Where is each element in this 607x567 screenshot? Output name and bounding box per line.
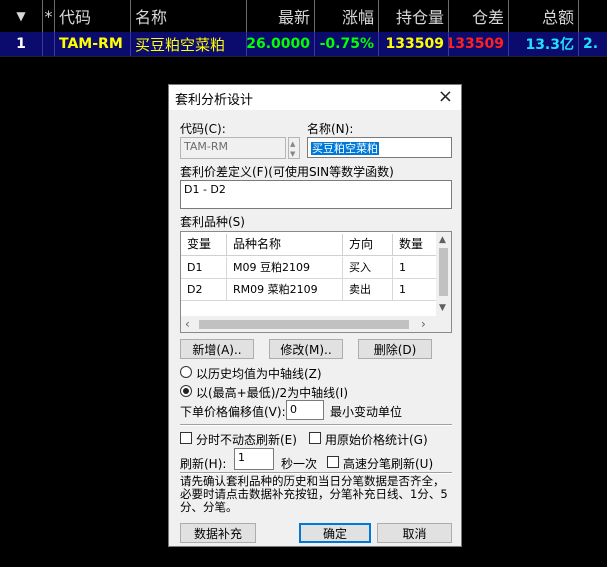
refresh-unit-label: 秒一次 <box>281 457 318 471</box>
header-oi-diff[interactable]: 仓差 <box>449 0 509 32</box>
scroll-left-icon[interactable]: ‹ <box>185 318 190 330</box>
arbitrage-design-dialog: 套利分析设计 × 代码(C): TAM-RM ▲ ▼ 名称(N): 买豆粕空菜粕… <box>168 84 462 547</box>
data-notice-text: 请先确认套利品种的历史和当日分笔数据是否齐全，必要时请点击数据补充按钮，分笔补充… <box>180 474 448 514</box>
code-input[interactable]: TAM-RM <box>180 137 286 159</box>
radio-history-mean-label[interactable]: 以历史均值为中轴线(Z) <box>196 365 322 382</box>
grid-cell[interactable]: 1 <box>393 279 438 301</box>
radio-history-mean[interactable] <box>180 366 192 378</box>
grid-cell[interactable]: 1 <box>393 257 438 279</box>
header-code[interactable]: 代码 <box>55 0 131 32</box>
refresh-input[interactable]: 1 <box>234 448 274 470</box>
quote-row[interactable]: 1 TAM-RM 买豆粕空菜粕 526.0000 -0.75% 133509 1… <box>0 32 607 56</box>
grid-cell[interactable]: D1 <box>181 257 227 279</box>
radio-high-low-mid[interactable] <box>180 385 192 397</box>
header-star[interactable]: * <box>43 0 55 32</box>
grid-cell[interactable]: 买入 <box>343 257 393 279</box>
add-leg-button[interactable]: 新增(A).. <box>180 339 254 359</box>
spin-up-icon[interactable]: ▲ <box>290 140 295 148</box>
refresh-label: 刷新(H): <box>180 457 227 471</box>
chk-raw-price-stats[interactable] <box>309 432 321 444</box>
header-open-interest[interactable]: 持仓量 <box>379 0 449 32</box>
dialog-titlebar[interactable]: 套利分析设计 × <box>169 85 461 110</box>
offset-unit-label: 最小变动单位 <box>330 405 403 419</box>
grid-header-product[interactable]: 品种名称 <box>227 234 343 256</box>
row-change-pct: -0.75% <box>315 32 379 56</box>
name-label: 名称(N): <box>307 122 354 136</box>
column-menu-icon[interactable]: ▼ <box>0 0 43 32</box>
grid-header-var[interactable]: 变量 <box>181 234 227 256</box>
header-change-pct[interactable]: 涨幅 <box>315 0 379 32</box>
chk-fast-tick-refresh-label[interactable]: 高速分笔刷新(U) <box>343 455 433 472</box>
chk-fast-tick-refresh[interactable] <box>327 456 339 468</box>
scroll-right-icon[interactable]: › <box>421 318 426 330</box>
grid-cell[interactable]: RM09 菜粕2109 <box>227 279 343 301</box>
code-spinner[interactable]: ▲ ▼ <box>288 137 300 159</box>
chk-no-dynamic-refresh-label[interactable]: 分时不动态刷新(E) <box>196 431 297 448</box>
header-latest[interactable]: 最新 <box>247 0 315 32</box>
chk-raw-price-stats-label[interactable]: 用原始价格统计(G) <box>325 431 428 448</box>
legs-grid[interactable]: 变量 品种名称 方向 数量 D1 M09 豆粕2109 买入 1 D2 RM09… <box>180 231 452 333</box>
grid-header-direction[interactable]: 方向 <box>343 234 393 256</box>
row-index: 1 <box>0 32 43 56</box>
grid-cell[interactable]: D2 <box>181 279 227 301</box>
row-latest: 526.0000 <box>247 32 315 56</box>
scroll-up-icon[interactable]: ▲ <box>439 234 446 246</box>
radio-high-low-mid-label[interactable]: 以(最高+最低)/2为中轴线(I) <box>196 384 348 401</box>
scroll-down-icon[interactable]: ▼ <box>439 302 446 314</box>
vertical-scroll-thumb[interactable] <box>439 248 448 296</box>
chk-no-dynamic-refresh[interactable] <box>180 432 192 444</box>
quote-table-header: ▼ * 代码 名称 最新 涨幅 持仓量 仓差 总额 <box>0 0 607 32</box>
row-extra: 2. <box>583 36 599 52</box>
row-amount: 13.3亿 <box>509 32 579 56</box>
formula-label: 套利价差定义(F)(可使用SIN等数学函数) <box>180 165 394 179</box>
formula-input[interactable]: D1 - D2 <box>180 180 452 209</box>
dialog-title: 套利分析设计 <box>175 93 254 108</box>
cancel-button[interactable]: 取消 <box>377 523 452 543</box>
offset-label: 下单价格偏移值(V): <box>180 405 286 419</box>
offset-input[interactable]: 0 <box>286 400 324 420</box>
grid-horizontal-scrollbar[interactable]: ‹ › <box>181 316 451 332</box>
edit-leg-button[interactable]: 修改(M).. <box>269 339 343 359</box>
close-icon[interactable]: × <box>438 85 453 109</box>
horizontal-scroll-thumb[interactable] <box>199 320 409 329</box>
row-name: 买豆粕空菜粕 <box>131 32 247 56</box>
row-open-interest: 133509 <box>379 32 449 56</box>
delete-leg-button[interactable]: 删除(D) <box>358 339 432 359</box>
grid-cell[interactable]: 卖出 <box>343 279 393 301</box>
code-label: 代码(C): <box>180 122 226 136</box>
header-extra <box>579 0 607 32</box>
grid-cell[interactable]: M09 豆粕2109 <box>227 257 343 279</box>
spin-down-icon[interactable]: ▼ <box>290 150 295 158</box>
ok-button[interactable]: 确定 <box>299 523 371 543</box>
divider <box>180 424 452 426</box>
grid-vertical-scrollbar[interactable]: ▲ ▼ <box>436 232 451 316</box>
header-amount[interactable]: 总额 <box>509 0 579 32</box>
table-separator <box>0 56 607 57</box>
row-star <box>43 32 55 56</box>
legs-label: 套利品种(S) <box>180 215 245 229</box>
row-code: TAM-RM <box>55 32 131 56</box>
name-input[interactable]: 买豆粕空菜粕 <box>307 137 452 158</box>
row-oi-diff: 133509 <box>449 32 509 56</box>
data-supplement-button[interactable]: 数据补充 <box>180 523 256 543</box>
name-input-text: 买豆粕空菜粕 <box>311 142 379 155</box>
header-name[interactable]: 名称 <box>131 0 247 32</box>
